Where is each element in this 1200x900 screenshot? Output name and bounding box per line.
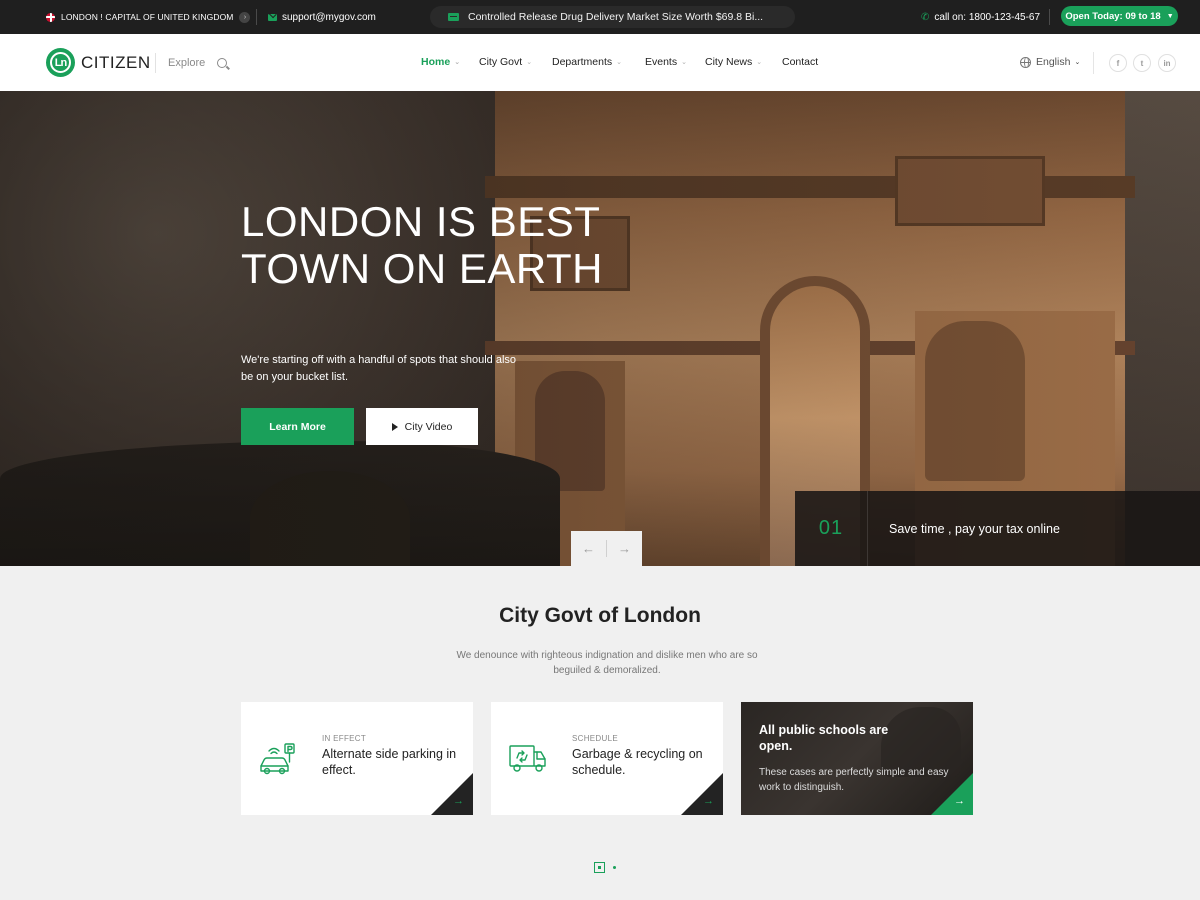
main-header: Ln CITIZEN Explore Home ⌄ City Govt ⌄ Depa… bbox=[0, 34, 1200, 91]
slider-navigation: ← → bbox=[571, 531, 642, 566]
chevron-down-icon: ⌄ bbox=[1074, 59, 1081, 66]
pager-dot-active[interactable] bbox=[594, 862, 605, 873]
divider bbox=[155, 53, 156, 73]
top-bar: LONDON ! CAPITAL OF UNITED KINGDOM › sup… bbox=[0, 0, 1200, 34]
nav-city-govt-label: City Govt bbox=[479, 56, 523, 68]
promo-text[interactable]: Save time , pay your tax online bbox=[868, 522, 1060, 536]
arrow-right-icon[interactable]: → bbox=[954, 795, 965, 807]
arrow-right-icon[interactable]: → bbox=[703, 795, 714, 807]
nav-home-label: Home bbox=[421, 56, 451, 68]
explore-label[interactable]: Explore bbox=[168, 57, 205, 69]
parking-car-icon bbox=[260, 743, 295, 775]
support-email[interactable]: support@mygov.com bbox=[268, 0, 376, 34]
chevron-down-icon: ⌄ bbox=[756, 59, 763, 66]
phone-icon: ✆ bbox=[921, 11, 930, 23]
nav-contact[interactable]: Contact bbox=[782, 56, 818, 68]
card-tag: IN EFFECT bbox=[322, 734, 367, 743]
chevron-down-icon: ⌄ bbox=[616, 59, 622, 66]
open-today-button[interactable]: Open Today: 09 to 18 ▼ bbox=[1061, 6, 1178, 26]
logo-text[interactable]: CITIZEN bbox=[81, 53, 151, 73]
carousel-pager bbox=[594, 862, 616, 873]
twitter-icon[interactable]: t bbox=[1133, 54, 1151, 72]
logo-icon[interactable]: Ln bbox=[46, 48, 75, 77]
phone-text[interactable]: call on: 1800-123-45-67 bbox=[934, 12, 1040, 23]
nav-home[interactable]: Home ⌄ bbox=[421, 56, 460, 68]
card-tag: SCHEDULE bbox=[572, 734, 618, 743]
nav-city-news[interactable]: City News ⌄ bbox=[705, 56, 762, 68]
news-ticker[interactable]: Controlled Release Drug Delivery Market … bbox=[430, 6, 795, 28]
nav-departments[interactable]: Departments ⌄ bbox=[552, 56, 622, 68]
mail-icon bbox=[268, 13, 277, 21]
card-corner bbox=[681, 773, 723, 815]
pager-dot[interactable] bbox=[613, 866, 616, 869]
facebook-icon[interactable]: f bbox=[1109, 54, 1127, 72]
ticker-text[interactable]: Controlled Release Drug Delivery Market … bbox=[468, 11, 763, 23]
phone-info[interactable]: ✆ call on: 1800-123-45-67 bbox=[921, 0, 1040, 34]
divider bbox=[1093, 52, 1094, 74]
promo-banner[interactable]: 01 Save time , pay your tax online bbox=[795, 491, 1200, 566]
nav-contact-label: Contact bbox=[782, 56, 819, 68]
recycling-truck-icon bbox=[509, 745, 546, 772]
open-today-label: Open Today: 09 to 18 bbox=[1065, 10, 1161, 22]
logo-mark-text: Ln bbox=[50, 52, 71, 73]
chevron-right-icon[interactable]: › bbox=[239, 11, 251, 23]
divider bbox=[1049, 9, 1050, 25]
info-card-parking[interactable]: IN EFFECT Alternate side parking in effe… bbox=[241, 702, 473, 815]
divider bbox=[256, 9, 257, 25]
globe-icon bbox=[1020, 56, 1031, 68]
section-subtitle: We denounce with righteous indignation a… bbox=[456, 650, 758, 676]
arrow-left-icon[interactable]: ← bbox=[571, 531, 606, 566]
card-title[interactable]: All public schools are open. bbox=[759, 722, 919, 754]
news-icon bbox=[448, 13, 459, 21]
hero-title: LONDON IS BEST TOWN ON EARTH bbox=[241, 198, 603, 292]
chevron-down-icon: ▼ bbox=[1166, 12, 1174, 20]
arrow-right-icon[interactable]: → bbox=[453, 795, 464, 807]
chevron-down-icon: ⌄ bbox=[526, 59, 533, 66]
location-info: LONDON ! CAPITAL OF UNITED KINGDOM › bbox=[46, 0, 251, 34]
language-selector[interactable]: English ⌄ bbox=[1020, 56, 1080, 68]
location-text: LONDON ! CAPITAL OF UNITED KINGDOM bbox=[61, 12, 234, 22]
promo-number: 01 bbox=[818, 517, 844, 539]
learn-more-button[interactable]: Learn More bbox=[241, 408, 354, 445]
section-title: City Govt of London bbox=[499, 604, 701, 627]
nav-events-label: Events bbox=[645, 56, 678, 68]
city-video-button[interactable]: City Video bbox=[366, 408, 478, 445]
hero-subtitle: We're starting off with a handful of spo… bbox=[241, 354, 517, 383]
play-icon bbox=[391, 422, 398, 431]
info-card-garbage[interactable]: SCHEDULE Garbage & recycling on schedule… bbox=[491, 702, 723, 815]
nav-city-news-label: City News bbox=[705, 56, 753, 68]
search-icon[interactable] bbox=[217, 58, 227, 68]
uk-flag-icon bbox=[46, 12, 55, 22]
language-label: English bbox=[1036, 56, 1071, 68]
nav-events[interactable]: Events ⌄ bbox=[645, 56, 687, 68]
email-text[interactable]: support@mygov.com bbox=[282, 12, 376, 23]
linkedin-icon[interactable]: in bbox=[1158, 54, 1176, 72]
nav-departments-label: Departments bbox=[552, 56, 613, 68]
arrow-right-icon[interactable]: → bbox=[607, 531, 642, 566]
card-description: These cases are perfectly simple and eas… bbox=[759, 767, 949, 793]
card-corner bbox=[431, 773, 473, 815]
chevron-down-icon: ⌄ bbox=[681, 59, 687, 66]
info-card-schools[interactable]: All public schools are open. These cases… bbox=[741, 702, 973, 815]
card-corner bbox=[931, 773, 973, 815]
city-video-label: City Video bbox=[404, 420, 453, 433]
nav-city-govt[interactable]: City Govt ⌄ bbox=[479, 56, 532, 68]
chevron-down-icon: ⌄ bbox=[454, 59, 461, 66]
